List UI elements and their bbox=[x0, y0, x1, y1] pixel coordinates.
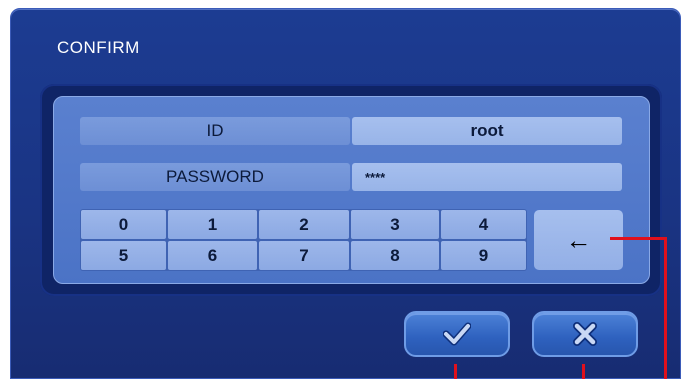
backspace-arrow-icon: ← bbox=[565, 224, 592, 255]
dialog-title: CONFIRM bbox=[57, 38, 140, 57]
key-7[interactable]: 7 bbox=[259, 241, 349, 270]
annotation-line-confirm bbox=[454, 364, 457, 379]
key-2[interactable]: 2 bbox=[259, 210, 349, 239]
annotation-line-cancel bbox=[582, 364, 585, 379]
checkmark-icon bbox=[443, 322, 471, 346]
key-6[interactable]: 6 bbox=[168, 241, 257, 270]
cancel-button[interactable] bbox=[532, 311, 638, 357]
key-5[interactable]: 5 bbox=[81, 241, 166, 270]
id-field[interactable]: root bbox=[352, 117, 622, 145]
backspace-button[interactable]: ← bbox=[534, 210, 623, 270]
x-icon bbox=[573, 322, 597, 346]
key-3[interactable]: 3 bbox=[351, 210, 439, 239]
password-label: PASSWORD bbox=[80, 163, 350, 191]
id-label: ID bbox=[80, 117, 350, 145]
password-field[interactable]: **** bbox=[352, 163, 622, 191]
key-8[interactable]: 8 bbox=[351, 241, 439, 270]
key-0[interactable]: 0 bbox=[81, 210, 166, 239]
key-9[interactable]: 9 bbox=[441, 241, 526, 270]
key-4[interactable]: 4 bbox=[441, 210, 526, 239]
annotation-line-right bbox=[664, 237, 667, 379]
annotation-line-horizontal bbox=[610, 237, 666, 240]
key-1[interactable]: 1 bbox=[168, 210, 257, 239]
confirm-button[interactable] bbox=[404, 311, 510, 357]
